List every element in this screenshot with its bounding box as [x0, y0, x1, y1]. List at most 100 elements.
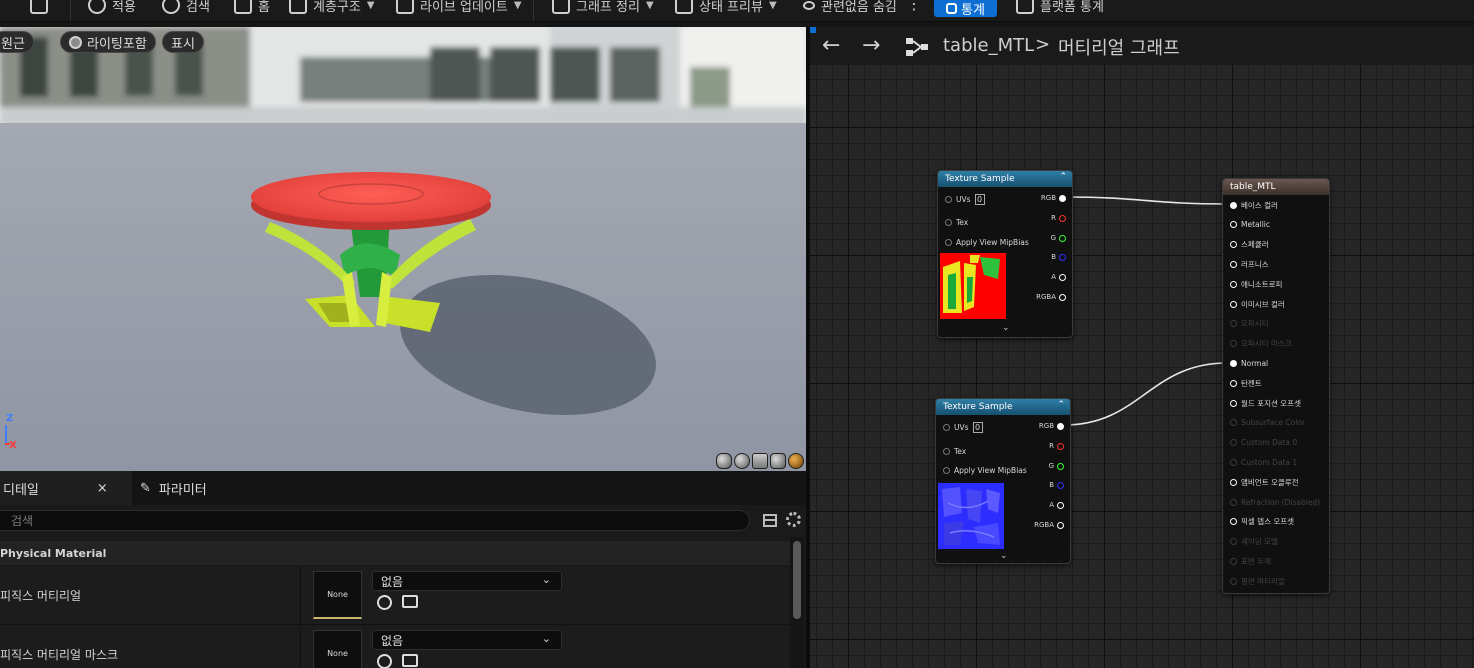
material-input-pin[interactable]: 스페큘러	[1230, 239, 1269, 251]
expand-chevron-icon[interactable]: ⌄	[1000, 551, 1008, 561]
node-title-bar[interactable]: table_MTL	[1223, 179, 1329, 195]
tab-details[interactable]: 디테일 ×	[0, 471, 132, 505]
input-pin-mipbias[interactable]: Apply View MipBias	[945, 236, 1029, 248]
material-input-pin[interactable]: 표면 두께	[1230, 555, 1271, 567]
output-pin-b[interactable]: B	[1051, 251, 1066, 263]
output-pin-g[interactable]: G	[1049, 460, 1064, 472]
clean-graph-button[interactable]: 그래프 정리 ▼	[552, 0, 654, 16]
output-pin-rgba[interactable]: RGBA	[1034, 519, 1064, 531]
output-pin-rgb[interactable]: RGB	[1041, 192, 1066, 204]
material-input-pin[interactable]: 탄젠트	[1230, 377, 1262, 389]
asset-picker-combo[interactable]: 없음 ⌄	[372, 571, 562, 591]
input-pin-tex[interactable]: Tex	[945, 216, 968, 228]
pin-label: 베이스 컬러	[1241, 200, 1278, 210]
material-input-pin[interactable]: Normal	[1230, 357, 1268, 369]
browse-folder-icon[interactable]	[402, 595, 418, 608]
material-input-pin[interactable]: 픽셀 뎁스 오프셋	[1230, 516, 1294, 528]
pin-icon	[1059, 253, 1066, 261]
output-pin-g[interactable]: G	[1051, 232, 1066, 244]
show-label: 표시	[171, 36, 195, 52]
output-pin-b[interactable]: B	[1049, 479, 1064, 491]
material-input-pin[interactable]: 셰이딩 모델	[1230, 536, 1278, 548]
input-pin-tex[interactable]: Tex	[943, 445, 966, 457]
category-physical-material[interactable]: Physical Material	[0, 541, 790, 565]
details-search-input[interactable]: 검색	[0, 510, 750, 531]
eye-icon	[803, 0, 815, 10]
sphere-icon[interactable]	[734, 453, 750, 469]
hierarchy-button[interactable]: 계층구조 ▼	[289, 0, 375, 16]
expand-chevron-icon[interactable]: ⌄	[1002, 323, 1010, 333]
plane-icon[interactable]	[752, 453, 768, 469]
lit-mode-button[interactable]: 라이팅포함	[60, 31, 156, 53]
search-button[interactable]: 검색	[162, 0, 210, 16]
preview-state-button[interactable]: 상태 프리뷰 ▼	[675, 0, 777, 16]
output-pin-rgba[interactable]: RGBA	[1036, 291, 1066, 303]
material-input-pin[interactable]: 애니소트로피	[1230, 278, 1282, 290]
collapse-icon[interactable]: ⌃	[1057, 400, 1065, 410]
material-input-pin[interactable]: 월드 포지션 오프셋	[1230, 397, 1301, 409]
material-input-pin[interactable]: Metallic	[1230, 219, 1270, 231]
thumbnail-label: None	[327, 649, 348, 658]
input-pin-uvs[interactable]: UVs 0	[945, 193, 985, 205]
cube-icon[interactable]	[770, 453, 786, 469]
stats-button[interactable]: 통계	[934, 0, 997, 18]
live-update-button[interactable]: 라이브 업데이트 ▼	[396, 0, 522, 16]
tab-parameters[interactable]: ✎ 파라미터	[140, 471, 260, 505]
node-title-bar[interactable]: Texture Sample ⌃	[936, 399, 1070, 415]
perspective-button[interactable]: 원근	[0, 31, 34, 53]
material-input-pin[interactable]: 베이스 컬러	[1230, 199, 1278, 211]
use-selected-icon[interactable]	[377, 595, 392, 610]
material-input-pin[interactable]: Custom Data 1	[1230, 456, 1297, 468]
teapot-icon[interactable]	[788, 453, 804, 469]
material-input-pin[interactable]: 이미시브 컬러	[1230, 298, 1285, 310]
close-icon[interactable]: ×	[97, 481, 108, 496]
material-input-pin[interactable]: 러프니스	[1230, 258, 1269, 270]
chevron-down-icon: ▼	[366, 0, 375, 11]
material-input-pin[interactable]: 앰비언트 오클루전	[1230, 476, 1299, 488]
material-graph[interactable]: ← → table_MTL > 머티리얼 그래프 Texture Sample …	[810, 27, 1474, 668]
apply-button[interactable]: 적용	[88, 0, 136, 16]
material-input-pin[interactable]: Refraction (Disabled)	[1230, 496, 1320, 508]
show-button[interactable]: 표시	[162, 31, 204, 53]
output-pin-r[interactable]: R	[1051, 212, 1066, 224]
output-pin-a[interactable]: A	[1049, 499, 1064, 511]
chevron-down-icon: ▼	[645, 0, 654, 11]
output-pin-r[interactable]: R	[1049, 440, 1064, 452]
collapse-icon[interactable]: ⌃	[1059, 172, 1067, 182]
input-pin-mipbias[interactable]: Apply View MipBias	[943, 464, 1027, 476]
table-view-icon[interactable]	[763, 514, 777, 527]
texture-sample-node[interactable]: Texture Sample ⌃ UVs 0 Tex Apply View Mip…	[937, 170, 1073, 338]
browse-button[interactable]	[30, 0, 48, 16]
material-input-pin[interactable]: Custom Data 0	[1230, 437, 1297, 449]
pin-label: Metallic	[1241, 220, 1270, 230]
material-input-pin[interactable]: 오파시티 마스크	[1230, 338, 1292, 350]
preview-viewport[interactable]: 원근 라이팅포함 표시 Z X	[0, 27, 806, 471]
pin-icon	[1059, 214, 1066, 222]
cylinder-icon[interactable]	[716, 453, 732, 469]
material-input-pin[interactable]: 오파시티	[1230, 318, 1269, 330]
asset-thumbnail[interactable]: None	[313, 630, 362, 668]
material-result-node[interactable]: table_MTL 베이스 컬러 Metallic 스페큘러러프니스애니소트로피이미…	[1222, 178, 1330, 594]
use-selected-icon[interactable]	[377, 654, 392, 668]
material-input-pin[interactable]: 평면 머티리얼	[1230, 575, 1285, 587]
uvs-value[interactable]: 0	[972, 421, 983, 433]
hide-unrelated-button[interactable]: 관련없음 숨김	[803, 0, 897, 16]
gear-icon[interactable]	[786, 512, 801, 527]
output-pin-a[interactable]: A	[1051, 271, 1066, 283]
browse-folder-icon[interactable]	[402, 654, 418, 667]
node-title-bar[interactable]: Texture Sample ⌃	[938, 171, 1072, 187]
asset-picker-combo[interactable]: 없음 ⌄	[372, 630, 562, 650]
texture-sample-node[interactable]: Texture Sample ⌃ UVs 0 Tex Apply View Mip…	[935, 398, 1071, 564]
details-scrollbar[interactable]	[793, 541, 801, 619]
material-input-pin[interactable]: Subsurface Color	[1230, 417, 1305, 429]
more-options-icon[interactable]: ⋮	[906, 0, 922, 13]
uvs-value[interactable]: 0	[974, 193, 985, 205]
output-pin-rgb[interactable]: RGB	[1039, 420, 1064, 432]
column-divider	[300, 567, 301, 625]
home-button[interactable]: 홈	[234, 0, 270, 16]
platform-stats-button[interactable]: 플랫폼 통계	[1016, 0, 1104, 16]
pin-label: A	[1049, 501, 1054, 509]
asset-thumbnail[interactable]: None	[313, 571, 362, 619]
input-pin-uvs[interactable]: UVs 0	[943, 421, 983, 433]
pin-icon	[1057, 501, 1064, 509]
